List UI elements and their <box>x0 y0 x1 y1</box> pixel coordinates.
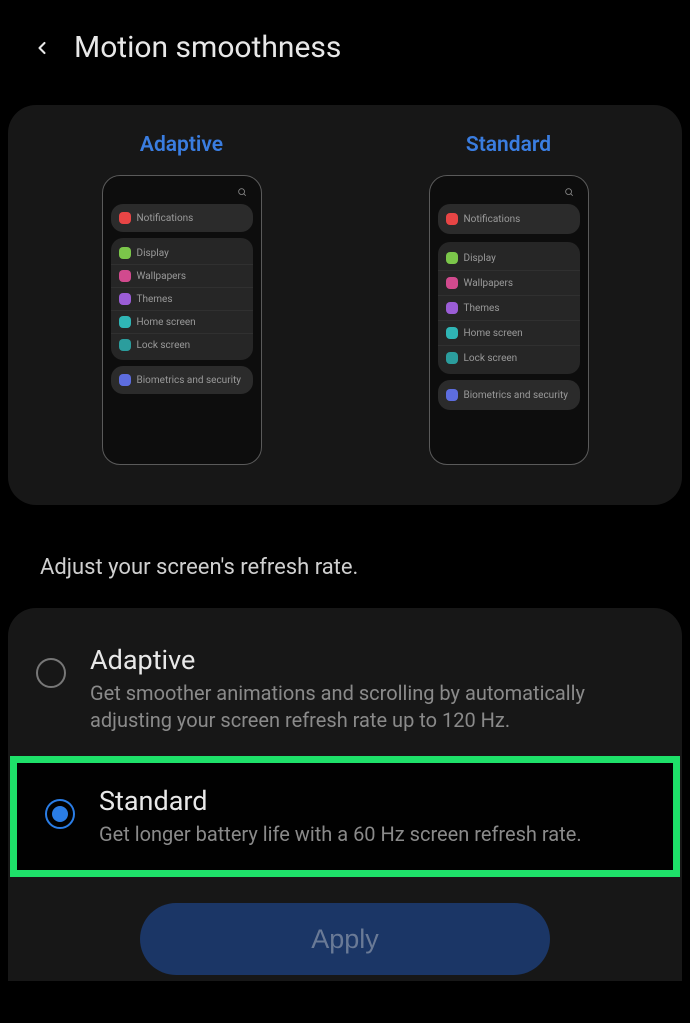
options-panel: Adaptive Get smoother animations and scr… <box>8 608 682 981</box>
wallpaper-icon <box>119 270 131 282</box>
apply-container: Apply <box>8 877 682 981</box>
lock-icon <box>119 339 131 351</box>
lock-icon <box>446 352 458 364</box>
option-standard[interactable]: Standard Get longer battery life with a … <box>10 756 680 877</box>
radio-standard[interactable] <box>45 799 75 829</box>
phone-mock-adaptive: Notifications Display Wallpapers Themes … <box>102 175 262 465</box>
preview-adaptive-label: Adaptive <box>140 133 223 157</box>
page-header: Motion smoothness <box>0 0 690 85</box>
themes-icon <box>446 302 458 314</box>
option-adaptive-text: Adaptive Get smoother animations and scr… <box>90 644 654 734</box>
mock-item-group: Display Wallpapers Themes Home screen Lo… <box>111 238 253 360</box>
section-description: Adjust your screen's refresh rate. <box>0 525 690 600</box>
shield-icon <box>446 389 458 401</box>
themes-icon <box>119 293 131 305</box>
apply-button[interactable]: Apply <box>140 903 550 975</box>
bell-icon <box>119 212 131 224</box>
shield-icon <box>119 374 131 386</box>
back-icon[interactable] <box>30 36 54 60</box>
mock-item-biometrics: Biometrics and security <box>111 366 253 394</box>
option-adaptive-desc: Get smoother animations and scrolling by… <box>90 680 654 734</box>
option-adaptive-title: Adaptive <box>90 644 654 676</box>
phone-mock-standard: Notifications Display Wallpapers Themes … <box>429 175 589 465</box>
search-icon <box>564 187 574 200</box>
search-icon <box>237 187 247 200</box>
page-title: Motion smoothness <box>74 30 341 65</box>
wallpaper-icon <box>446 277 458 289</box>
option-adaptive[interactable]: Adaptive Get smoother animations and scr… <box>8 622 682 756</box>
option-standard-desc: Get longer battery life with a 60 Hz scr… <box>99 821 582 848</box>
home-icon <box>446 327 458 339</box>
bell-icon <box>446 213 458 225</box>
mock-item-biometrics: Biometrics and security <box>438 380 580 410</box>
preview-panel: Adaptive Notifications Display Wallpaper… <box>8 105 682 505</box>
option-standard-title: Standard <box>99 785 582 817</box>
display-icon <box>446 252 458 264</box>
mock-item-group: Display Wallpapers Themes Home screen Lo… <box>438 242 580 374</box>
mock-item-notifications: Notifications <box>438 204 580 234</box>
preview-standard-label: Standard <box>466 133 551 157</box>
display-icon <box>119 247 131 259</box>
preview-adaptive[interactable]: Adaptive Notifications Display Wallpaper… <box>28 133 335 465</box>
home-icon <box>119 316 131 328</box>
mock-item-notifications: Notifications <box>111 204 253 232</box>
radio-adaptive[interactable] <box>36 658 66 688</box>
preview-standard[interactable]: Standard Notifications Display Wallpaper… <box>355 133 662 465</box>
option-standard-text: Standard Get longer battery life with a … <box>99 785 582 848</box>
